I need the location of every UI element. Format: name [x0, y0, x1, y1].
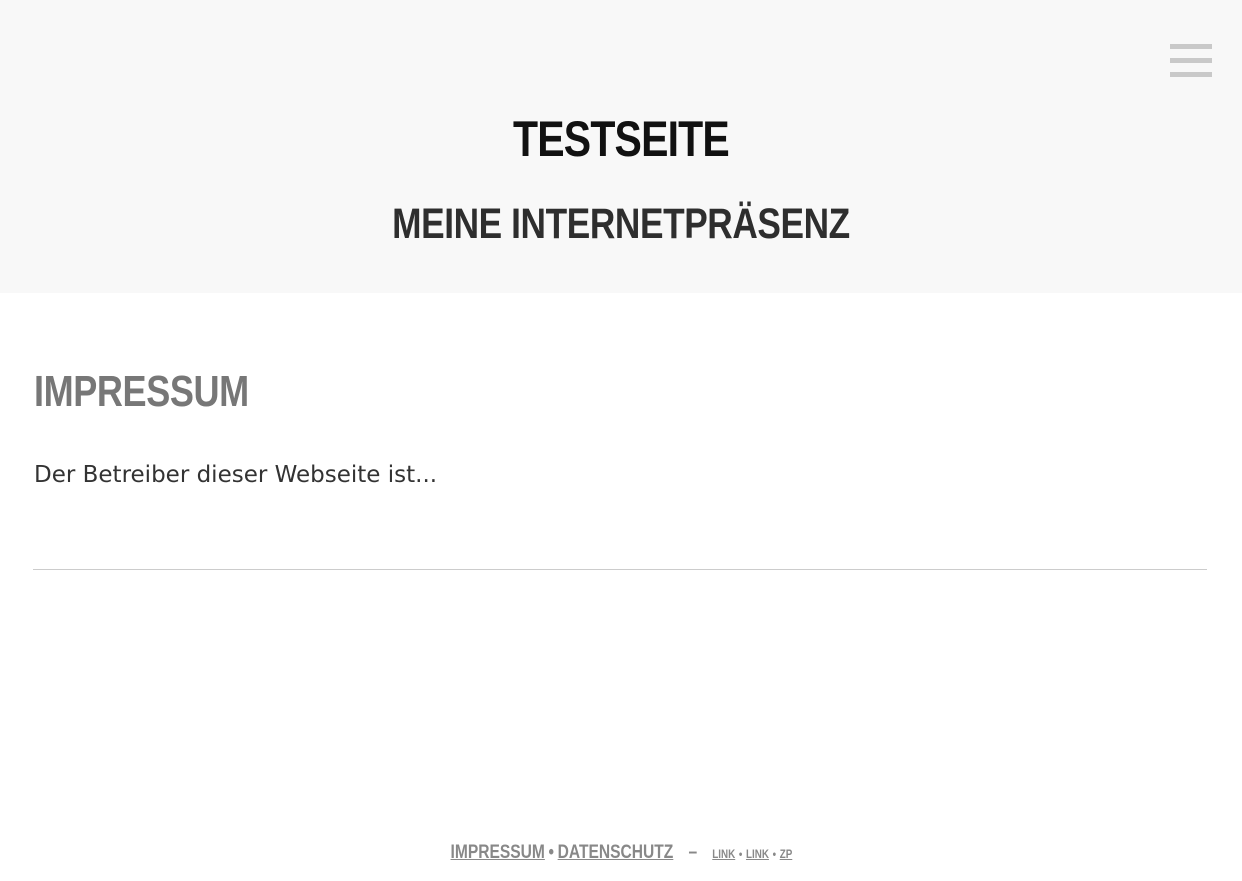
site-title[interactable]: TESTSEITE [112, 108, 1130, 170]
site-subtitle: MEINE INTERNETPRÄSENZ [392, 200, 850, 248]
footer-dash: – [688, 842, 697, 863]
footer-link-datenschutz[interactable]: DATENSCHUTZ [557, 842, 673, 863]
menu-bar [1170, 58, 1212, 63]
footer-separator: • [738, 847, 742, 861]
footer-link-impressum[interactable]: IMPRESSUM [450, 842, 544, 863]
menu-bar [1170, 72, 1212, 77]
page-title: IMPRESSUM [34, 367, 249, 416]
menu-bar [1170, 44, 1212, 49]
content-divider [33, 569, 1207, 570]
site-header: TESTSEITE MEINE INTERNETPRÄSENZ [0, 0, 1242, 293]
footer-links: IMPRESSUM • DATENSCHUTZ – LINK • LINK • … [450, 838, 792, 869]
site-footer: IMPRESSUM • DATENSCHUTZ – LINK • LINK • … [0, 838, 1242, 868]
footer-link-zp[interactable]: ZP [779, 847, 792, 861]
footer-separator: • [772, 847, 776, 861]
footer-link-2[interactable]: LINK [746, 847, 769, 861]
footer-link-1[interactable]: LINK [712, 847, 735, 861]
hamburger-menu-icon[interactable] [1166, 40, 1216, 82]
page-body-text: Der Betreiber dieser Webseite ist... [34, 462, 438, 488]
footer-separator: • [548, 842, 554, 863]
